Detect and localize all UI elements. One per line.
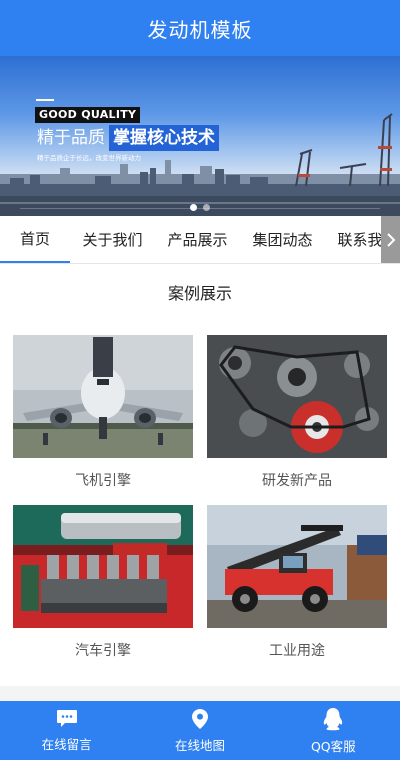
car-engine-image: [13, 505, 193, 628]
case-card[interactable]: 工业用途: [207, 505, 387, 660]
map-button[interactable]: 在线地图: [133, 701, 266, 760]
qq-penguin-icon: [324, 707, 343, 730]
app-header: 发动机模板: [0, 0, 400, 56]
qq-service-label: QQ客服: [310, 738, 356, 754]
banner-accent-line: [36, 99, 54, 101]
qq-service-button[interactable]: QQ客服: [267, 701, 400, 760]
banner-headline-part2: 掌握核心技术: [109, 125, 219, 151]
top-nav: 首页 关于我们 产品展示 集团动态 联系我们: [0, 216, 400, 264]
carousel-dot-1[interactable]: [190, 204, 197, 211]
message-button[interactable]: 在线留言: [0, 701, 133, 760]
airplane-image: [13, 335, 193, 458]
hero-banner[interactable]: GOOD QUALITY 精于品质 掌握核心技术 精于品质企于长远，改变世界新动…: [0, 56, 400, 216]
case-label: 汽车引擎: [75, 643, 131, 659]
industrial-machine-image: [207, 505, 387, 628]
bottom-toolbar: 在线留言 在线地图 QQ客服: [0, 701, 400, 760]
nav-track: 首页 关于我们 产品展示 集团动态 联系我们: [0, 216, 400, 263]
nav-item-products[interactable]: 产品展示: [155, 216, 240, 263]
map-label: 在线地图: [174, 737, 225, 753]
page-title: 发动机模板: [147, 17, 253, 42]
nav-item-news[interactable]: 集团动态: [240, 216, 325, 263]
section-title: 案例展示: [167, 284, 232, 303]
nav-item-about[interactable]: 关于我们: [70, 216, 155, 263]
engine-belts-image: [207, 335, 387, 458]
footer-divider: [0, 686, 400, 701]
carousel-dots: [0, 204, 400, 211]
case-label: 研发新产品: [262, 473, 332, 489]
case-label: 飞机引擎: [75, 473, 131, 489]
case-card[interactable]: 飞机引擎: [13, 335, 193, 490]
map-pin-icon: [191, 708, 208, 729]
banner-headline-part1: 精于品质: [37, 128, 105, 148]
banner-badge: GOOD QUALITY: [35, 107, 141, 123]
nav-item-home[interactable]: 首页: [0, 216, 70, 263]
nav-scroll-right-button[interactable]: [381, 216, 400, 263]
case-card[interactable]: 汽车引擎: [13, 505, 193, 660]
chat-icon: [56, 709, 77, 727]
message-label: 在线留言: [41, 736, 92, 752]
chevron-right-icon: [386, 233, 395, 247]
carousel-dot-2[interactable]: [203, 204, 210, 211]
banner-subtext: 精于品质企于长远，改变世界新动力: [37, 154, 141, 162]
case-label: 工业用途: [269, 643, 325, 659]
banner-headline: 精于品质 掌握核心技术: [35, 125, 219, 151]
case-card[interactable]: 研发新产品: [207, 335, 387, 490]
